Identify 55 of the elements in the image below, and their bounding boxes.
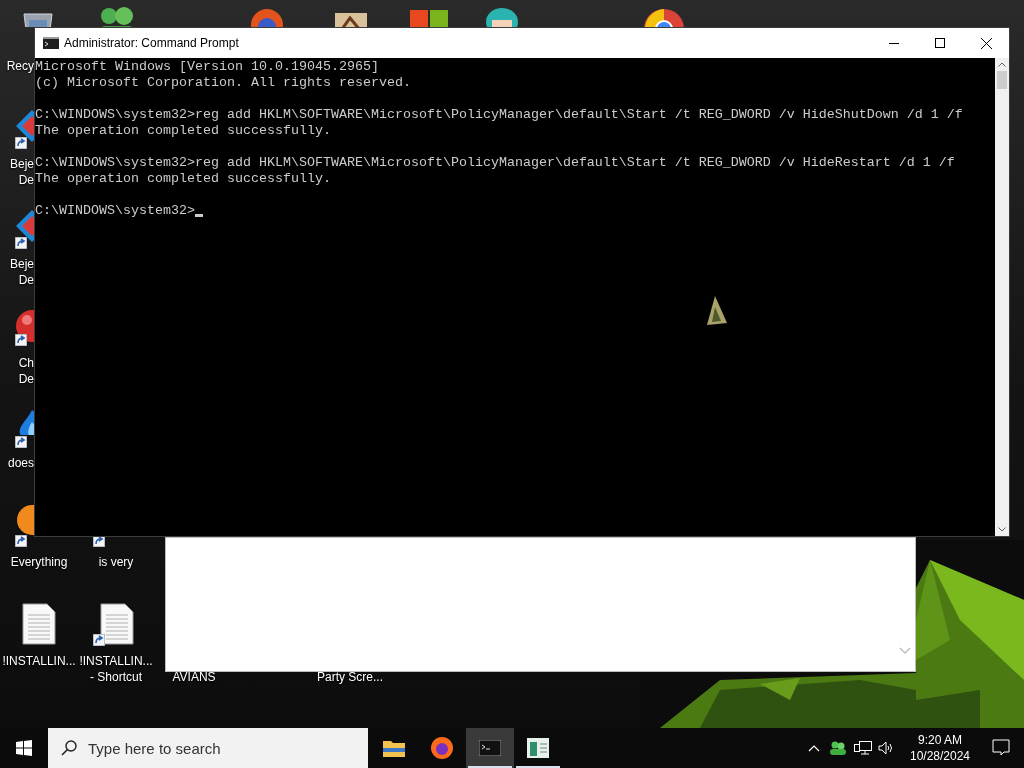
desktop-icon-label[interactable]: De bbox=[18, 371, 34, 387]
clock-date: 10/28/2024 bbox=[909, 748, 971, 764]
desktop-icon-label[interactable]: Ch bbox=[18, 355, 34, 371]
desktop-icon-label[interactable]: Beje bbox=[9, 256, 34, 272]
windows-logo-icon bbox=[16, 740, 32, 756]
document-icon[interactable] bbox=[22, 603, 56, 645]
console-line: C:\WINDOWS\system32>reg add HKLM\SOFTWARE\Microsoft\PolicyManager\default\Start /t REG_DWORD /v HideShutDown /d 1 /f bbox=[35, 107, 963, 123]
terminal-icon bbox=[479, 740, 501, 756]
desktop-icon-label[interactable]: is very bbox=[98, 554, 134, 570]
clock-time: 9:20 AM bbox=[918, 732, 962, 748]
console-line: C:\WINDOWS\system32>reg add HKLM\SOFTWARE\Microsoft\PolicyManager\default\Start /t REG_DWORD /v HideRestart /d 1 /f bbox=[35, 155, 955, 171]
document-icon[interactable] bbox=[100, 603, 134, 645]
maximize-icon bbox=[935, 38, 945, 48]
desktop-icon-label[interactable]: De bbox=[18, 172, 34, 188]
console-prompt: C:\WINDOWS\system32> bbox=[35, 203, 195, 219]
chevron-up-icon[interactable] bbox=[808, 744, 820, 752]
terminal-icon bbox=[43, 37, 59, 49]
text-cursor bbox=[194, 214, 203, 217]
desktop-icon-label[interactable]: !INSTALLIN... bbox=[79, 653, 153, 669]
desktop-icon-label[interactable]: Recy bbox=[6, 58, 34, 74]
desktop-icon-label[interactable]: Party Scre... bbox=[317, 669, 383, 685]
console-line: Microsoft Windows [Version 10.0.19045.2965] bbox=[35, 59, 379, 75]
desktop-icon-label[interactable]: Beje bbox=[9, 156, 34, 172]
desktop-icon-label[interactable]: De bbox=[18, 272, 34, 288]
close-icon bbox=[980, 37, 992, 49]
scrollbar[interactable] bbox=[995, 58, 1009, 536]
search-icon bbox=[61, 740, 77, 756]
minimize-icon bbox=[889, 42, 899, 44]
cone-icon bbox=[706, 295, 728, 327]
console-line: The operation completed successfully. bbox=[35, 123, 331, 139]
fox-globe-icon bbox=[430, 736, 454, 760]
running-indicator bbox=[516, 766, 560, 768]
running-indicator bbox=[468, 766, 512, 768]
desktop-icon-label[interactable]: !INSTALLIN... bbox=[2, 653, 76, 669]
desktop-icon-label[interactable]: - Shortcut bbox=[90, 669, 142, 685]
console-line: (c) Microsoft Corporation. All rights reserved. bbox=[35, 75, 411, 91]
scroll-down-icon[interactable] bbox=[998, 527, 1006, 532]
desktop-icon-label[interactable]: AVIANS bbox=[172, 669, 216, 685]
people-icon[interactable] bbox=[830, 741, 846, 755]
squares-icon[interactable] bbox=[410, 8, 448, 27]
photo-icon[interactable] bbox=[334, 12, 368, 27]
console-line: The operation completed successfully. bbox=[35, 171, 331, 187]
desktop-icon-label[interactable]: Everything bbox=[10, 554, 68, 570]
window-title: Administrator: Command Prompt bbox=[64, 35, 239, 52]
speech-bubble-icon bbox=[992, 739, 1010, 757]
network-icon[interactable] bbox=[854, 740, 872, 756]
clock[interactable]: 9:20 AM 10/28/2024 bbox=[902, 732, 978, 764]
scrollbar-thumb[interactable] bbox=[997, 71, 1007, 89]
desktop-icon-label[interactable]: does bbox=[7, 455, 34, 471]
speaker-icon[interactable] bbox=[878, 741, 894, 755]
folder-icon bbox=[383, 739, 405, 757]
scroll-up-icon[interactable] bbox=[998, 62, 1006, 67]
taskbar-app-button[interactable] bbox=[466, 728, 514, 768]
search-field[interactable]: Type here to search bbox=[48, 728, 368, 768]
spreadsheet-icon bbox=[527, 738, 549, 758]
